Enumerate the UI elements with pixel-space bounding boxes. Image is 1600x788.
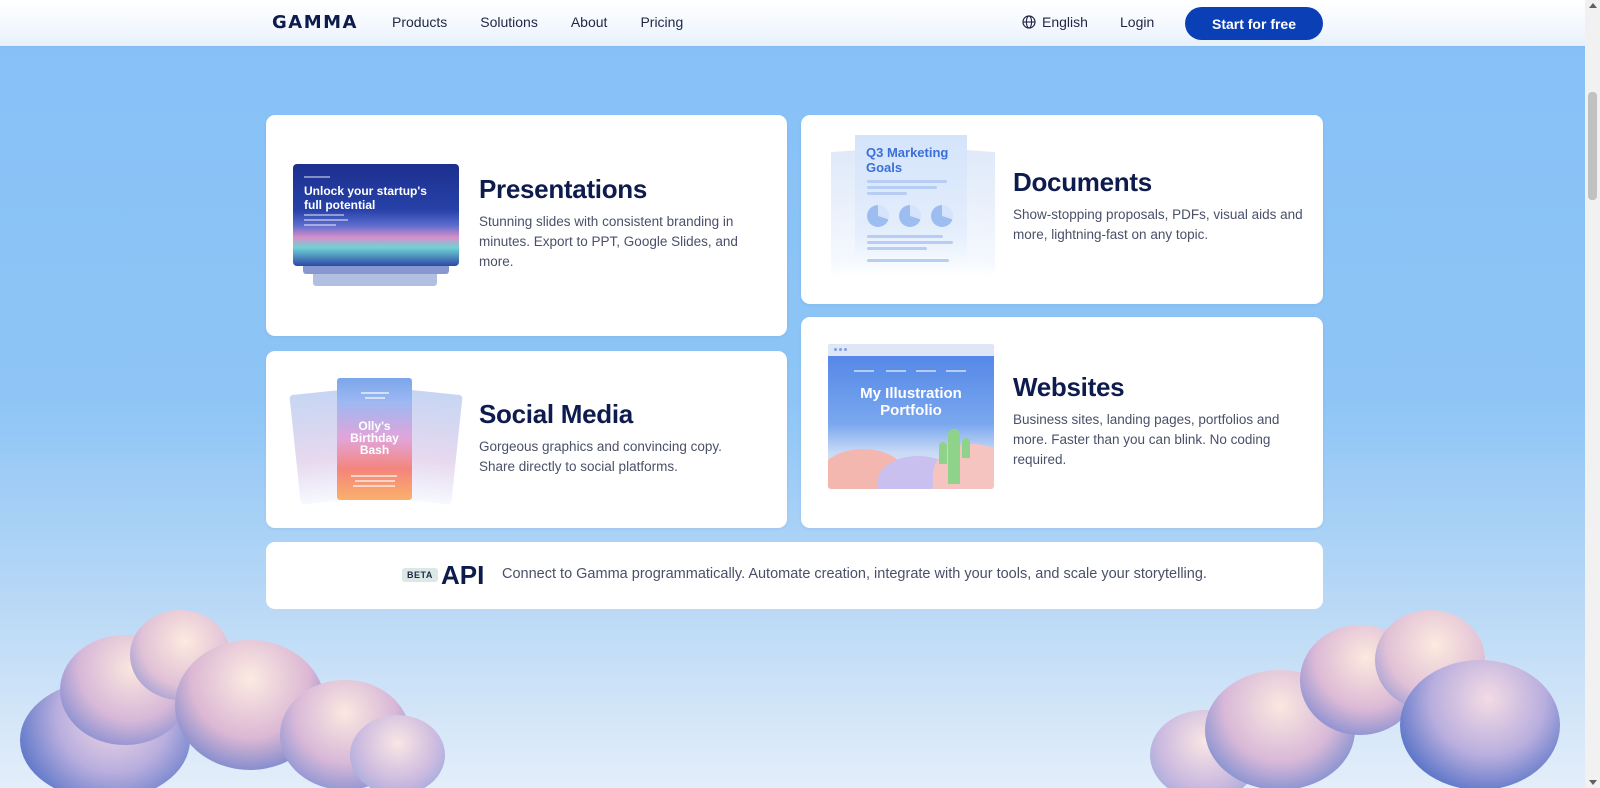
scroll-down-arrow-icon[interactable]: [1589, 780, 1597, 785]
website-preview: My Illustration Portfolio: [828, 344, 994, 489]
website-nav-line: [886, 370, 906, 372]
document-text-line: [867, 241, 953, 244]
social-media-thumbnail: Olly's Birthday Bash: [289, 378, 463, 508]
slide-text-line: [304, 214, 344, 216]
cactus-illustration: [948, 429, 960, 484]
cloud-illustration-left: [0, 610, 460, 788]
post-text-line: [351, 475, 397, 477]
cactus-illustration: [939, 442, 947, 464]
beta-badge: BETA: [402, 568, 438, 582]
social-post-title: Olly's Birthday Bash: [350, 419, 399, 457]
website-nav-line: [946, 370, 966, 372]
pie-chart-icon: [931, 205, 953, 227]
post-text-line: [355, 480, 395, 482]
nav-item-solutions[interactable]: Solutions: [480, 14, 538, 30]
gamma-logo[interactable]: GAMMA: [272, 12, 358, 33]
card-social-media[interactable]: Olly's Birthday Bash Social Media Gorgeo…: [266, 351, 787, 528]
api-title: API: [441, 560, 485, 590]
website-nav-line: [854, 370, 874, 372]
cloud-puff: [1400, 660, 1560, 788]
card-title: Websites: [1013, 372, 1125, 402]
start-for-free-button[interactable]: Start for free: [1185, 7, 1323, 40]
card-description: Stunning slides with consistent branding…: [479, 214, 738, 269]
slide-preview: Unlock your startup's full potential: [293, 164, 459, 266]
document-text-line: [867, 235, 943, 238]
pie-chart-icon: [899, 205, 921, 227]
document-text-line: [867, 192, 907, 195]
card-title: Presentations: [479, 174, 648, 204]
document-text-line: [867, 259, 949, 262]
language-label: English: [1042, 14, 1088, 30]
social-post: Olly's Birthday Bash: [337, 378, 412, 500]
card-description: Show-stopping proposals, PDFs, visual ai…: [1013, 207, 1303, 242]
post-header-line: [361, 392, 389, 394]
card-presentations[interactable]: Unlock your startup's full potential Pre…: [266, 115, 787, 336]
browser-dot: [834, 348, 837, 351]
browser-bar: [828, 344, 994, 356]
page: GAMMA Products Solutions About Pricing E…: [0, 0, 1585, 788]
cloud-puff: [350, 715, 445, 788]
nav-item-about[interactable]: About: [571, 14, 608, 30]
document-text-line: [867, 247, 927, 250]
document-text-line: [867, 186, 937, 189]
browser-dot: [839, 348, 842, 351]
slide-preview-title: Unlock your startup's full potential: [304, 184, 427, 212]
card-title: Social Media: [479, 399, 633, 429]
language-selector[interactable]: English: [1022, 14, 1088, 30]
website-thumbnail: My Illustration Portfolio: [828, 344, 994, 489]
nav-item-products[interactable]: Products: [392, 14, 447, 30]
scroll-up-arrow-icon[interactable]: [1589, 3, 1597, 8]
slide-accent-line: [304, 176, 330, 178]
document-page: Q3 Marketing Goals: [855, 135, 967, 275]
card-description: Gorgeous graphics and convincing copy. S…: [479, 439, 722, 474]
nav-item-pricing[interactable]: Pricing: [640, 14, 683, 30]
api-description: Connect to Gamma programmatically. Autom…: [502, 566, 1207, 582]
scrollbar-thumb[interactable]: [1588, 92, 1597, 200]
top-nav-bar: GAMMA Products Solutions About Pricing E…: [0, 0, 1585, 46]
card-documents[interactable]: Q3 Marketing Goals Documents Show-stoppi…: [801, 115, 1323, 304]
post-text-line: [353, 485, 395, 487]
website-nav-line: [916, 370, 936, 372]
card-title: Documents: [1013, 167, 1152, 197]
vertical-scrollbar[interactable]: [1585, 0, 1600, 788]
document-text-line: [867, 180, 947, 183]
pie-chart-icon: [867, 205, 889, 227]
cloud-illustration-right: [1150, 610, 1585, 788]
document-preview-title: Q3 Marketing Goals: [866, 145, 949, 175]
card-api[interactable]: BETA API Connect to Gamma programmatical…: [266, 542, 1323, 609]
card-websites[interactable]: My Illustration Portfolio Websites Busin…: [801, 317, 1323, 528]
slide-text-line: [304, 219, 348, 221]
presentation-thumbnail: Unlock your startup's full potential: [293, 164, 459, 288]
card-description: Business sites, landing pages, portfolio…: [1013, 412, 1280, 467]
main-nav: Products Solutions About Pricing: [392, 14, 716, 30]
browser-dot: [844, 348, 847, 351]
document-thumbnail: Q3 Marketing Goals: [831, 135, 995, 280]
login-link[interactable]: Login: [1120, 14, 1154, 30]
post-header-line: [365, 397, 385, 399]
slide-text-line: [304, 224, 336, 226]
website-preview-title: My Illustration Portfolio: [860, 385, 962, 419]
cactus-illustration: [962, 438, 970, 458]
globe-icon: [1022, 15, 1036, 29]
